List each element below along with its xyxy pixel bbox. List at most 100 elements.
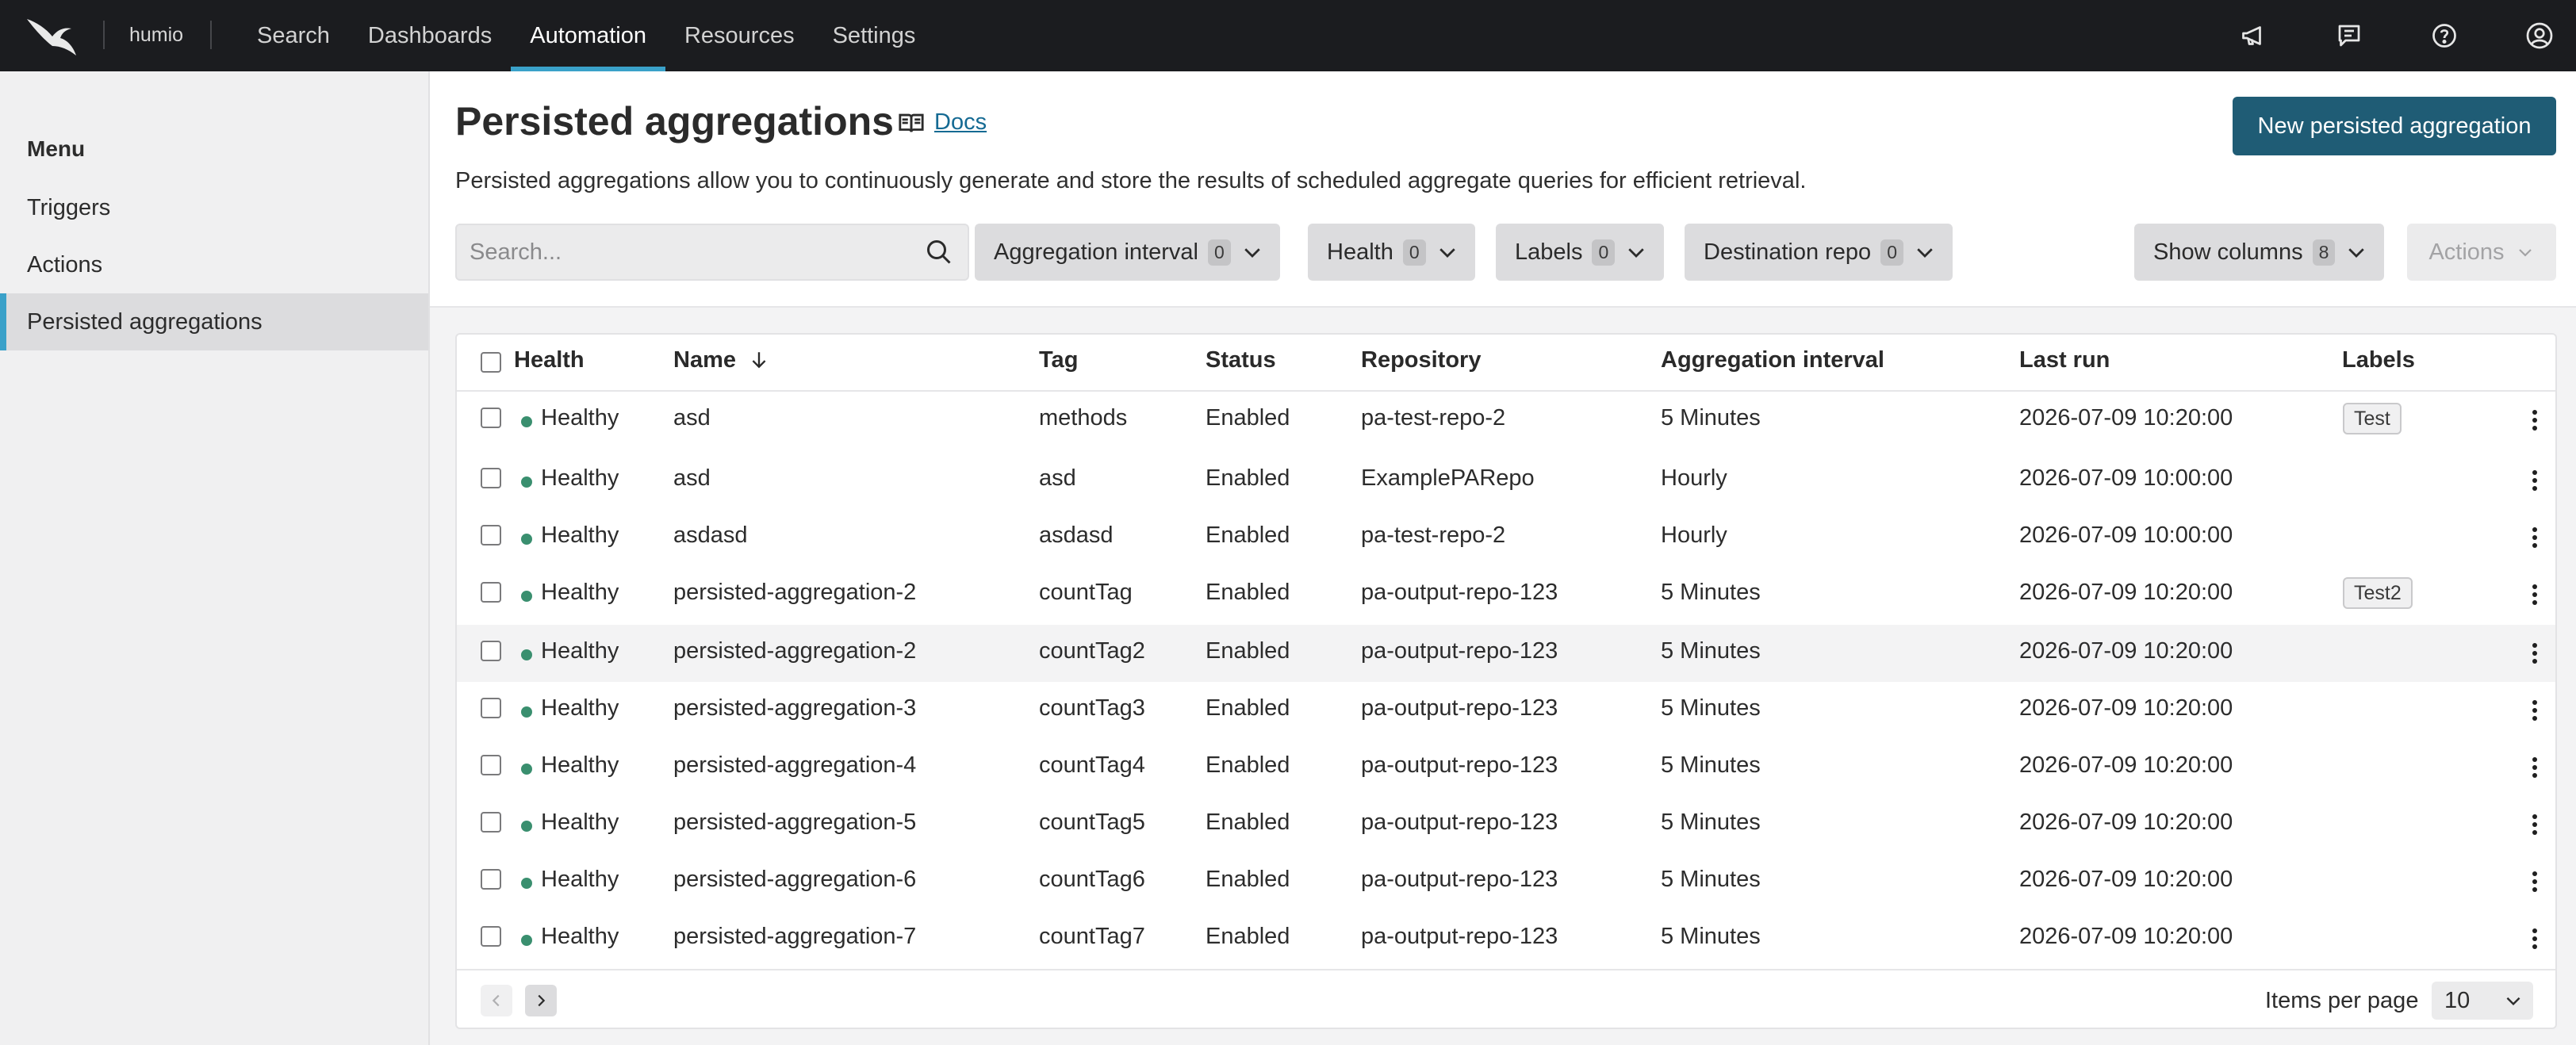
items-per-page-select[interactable]: 10 (2432, 982, 2533, 1020)
row-name[interactable]: persisted-aggregation-7 (673, 924, 916, 950)
announcement-icon[interactable] (2238, 20, 2270, 52)
row-more-options-icon[interactable] (2519, 465, 2551, 496)
nav-automation[interactable]: Automation (511, 0, 665, 71)
previous-page-button[interactable] (481, 985, 512, 1016)
docs-link[interactable]: Docs (898, 109, 987, 136)
row-checkbox[interactable] (481, 926, 501, 947)
column-last-run[interactable]: Last run (2019, 347, 2110, 373)
column-repository[interactable]: Repository (1361, 347, 1481, 373)
sidebar-item-actions[interactable]: Actions (0, 236, 428, 293)
show-columns-count-badge: 8 (2312, 239, 2336, 266)
column-health[interactable]: Health (514, 347, 585, 373)
chevron-left-icon (492, 994, 500, 1007)
falcon-logo-icon[interactable] (25, 14, 78, 59)
search-icon[interactable] (925, 238, 953, 266)
row-health: Healthy (541, 522, 619, 548)
sidebar: Menu Triggers Actions Persisted aggregat… (0, 71, 430, 1045)
row-tag: countTag4 (1039, 752, 1145, 778)
sidebar-item-triggers[interactable]: Triggers (0, 179, 428, 236)
page-header: Persisted aggregations Docs New persiste… (430, 71, 2576, 308)
row-more-options-icon[interactable] (2519, 752, 2551, 783)
show-columns-button[interactable]: Show columns 8 (2134, 224, 2385, 281)
table-row[interactable]: Healthy persisted-aggregation-4 countTag4 E… (457, 739, 2555, 796)
row-name[interactable]: asd (673, 405, 711, 431)
column-tag[interactable]: Tag (1039, 347, 1078, 373)
new-persisted-aggregation-button[interactable]: New persisted aggregation (2233, 97, 2556, 155)
search-input[interactable] (457, 225, 917, 279)
feedback-icon[interactable] (2333, 20, 2365, 52)
chevron-down-icon (1628, 248, 1644, 258)
kebab-menu-icon (2532, 871, 2537, 892)
row-name[interactable]: persisted-aggregation-3 (673, 695, 916, 722)
row-more-options-icon[interactable] (2519, 695, 2551, 726)
column-aggregation-interval[interactable]: Aggregation interval (1661, 347, 1884, 373)
table-row[interactable]: Healthy persisted-aggregation-2 countTag2 E… (457, 625, 2555, 682)
row-more-options-icon[interactable] (2519, 637, 2551, 669)
row-more-options-icon[interactable] (2519, 404, 2551, 436)
column-name[interactable]: Name (673, 347, 769, 373)
table-row[interactable]: Healthy persisted-aggregation-3 countTag3 E… (457, 682, 2555, 739)
row-name[interactable]: persisted-aggregation-5 (673, 810, 916, 836)
nav-divider (103, 21, 105, 49)
nav-settings[interactable]: Settings (814, 0, 935, 71)
row-checkbox[interactable] (481, 468, 501, 488)
nav-resources[interactable]: Resources (665, 0, 814, 71)
actions-label: Actions (2428, 239, 2505, 265)
filter-health[interactable]: Health 0 (1308, 224, 1475, 281)
kebab-menu-icon (2532, 527, 2537, 548)
row-status: Enabled (1206, 405, 1290, 431)
row-checkbox[interactable] (481, 698, 501, 718)
health-status-dot (521, 649, 532, 660)
filter-destination-repo[interactable]: Destination repo 0 (1685, 224, 1953, 281)
row-more-options-icon[interactable] (2519, 866, 2551, 898)
row-checkbox[interactable] (481, 812, 501, 833)
user-icon[interactable] (2524, 20, 2555, 52)
table-row[interactable]: Healthy asd asd Enabled ExamplePARepo Hourly 2… (457, 452, 2555, 509)
filter-aggregation-interval[interactable]: Aggregation interval 0 (975, 224, 1280, 281)
next-page-button[interactable] (525, 985, 557, 1016)
table-row[interactable]: Healthy persisted-aggregation-5 countTag5 E… (457, 796, 2555, 853)
column-labels[interactable]: Labels (2342, 347, 2415, 373)
health-status-dot (521, 878, 532, 889)
row-name[interactable]: persisted-aggregation-6 (673, 867, 916, 893)
docs-label: Docs (934, 109, 987, 135)
table-row[interactable]: Healthy persisted-aggregation-6 countTag6 E… (457, 853, 2555, 910)
nav-search[interactable]: Search (238, 0, 349, 71)
table-row[interactable]: Healthy persisted-aggregation-7 countTag7 E… (457, 910, 2555, 967)
row-last-run: 2026-07-09 10:20:00 (2019, 810, 2233, 835)
column-status[interactable]: Status (1206, 347, 1276, 373)
select-all-checkbox[interactable] (481, 352, 501, 373)
health-status-dot (521, 764, 532, 775)
actions-dropdown[interactable]: Actions (2407, 224, 2556, 281)
row-name[interactable]: asd (673, 465, 711, 492)
row-name[interactable]: asdasd (673, 522, 748, 549)
filter-labels[interactable]: Labels 0 (1496, 224, 1665, 281)
row-more-options-icon[interactable] (2519, 579, 2551, 611)
table-row[interactable]: Healthy asd methods Enabled pa-test-repo-2 5 … (457, 392, 2555, 449)
sidebar-item-persisted-aggregations[interactable]: Persisted aggregations (0, 293, 428, 350)
row-status: Enabled (1206, 695, 1290, 721)
row-checkbox[interactable] (481, 408, 501, 428)
row-more-options-icon[interactable] (2519, 522, 2551, 553)
help-icon[interactable] (2428, 20, 2460, 52)
row-checkbox[interactable] (481, 641, 501, 661)
nav-dashboards[interactable]: Dashboards (349, 0, 511, 71)
table-row[interactable]: Healthy persisted-aggregation-2 countTag En… (457, 566, 2555, 623)
row-checkbox[interactable] (481, 755, 501, 775)
row-checkbox[interactable] (481, 582, 501, 603)
row-name[interactable]: persisted-aggregation-2 (673, 638, 916, 664)
row-name[interactable]: persisted-aggregation-4 (673, 752, 916, 779)
nav-divider (210, 21, 212, 49)
org-name[interactable]: humio (129, 24, 183, 47)
row-more-options-icon[interactable] (2519, 809, 2551, 840)
row-checkbox[interactable] (481, 525, 501, 545)
row-health: Healthy (541, 465, 619, 491)
health-status-dot (521, 821, 532, 832)
table-row[interactable]: Healthy asdasd asdasd Enabled pa-test-repo-2… (457, 509, 2555, 566)
row-name[interactable]: persisted-aggregation-2 (673, 580, 916, 606)
row-repository: pa-output-repo-123 (1361, 810, 1558, 835)
row-more-options-icon[interactable] (2519, 923, 2551, 955)
kebab-menu-icon (2532, 700, 2537, 721)
row-checkbox[interactable] (481, 869, 501, 890)
items-per-page-value: 10 (2444, 987, 2471, 1013)
